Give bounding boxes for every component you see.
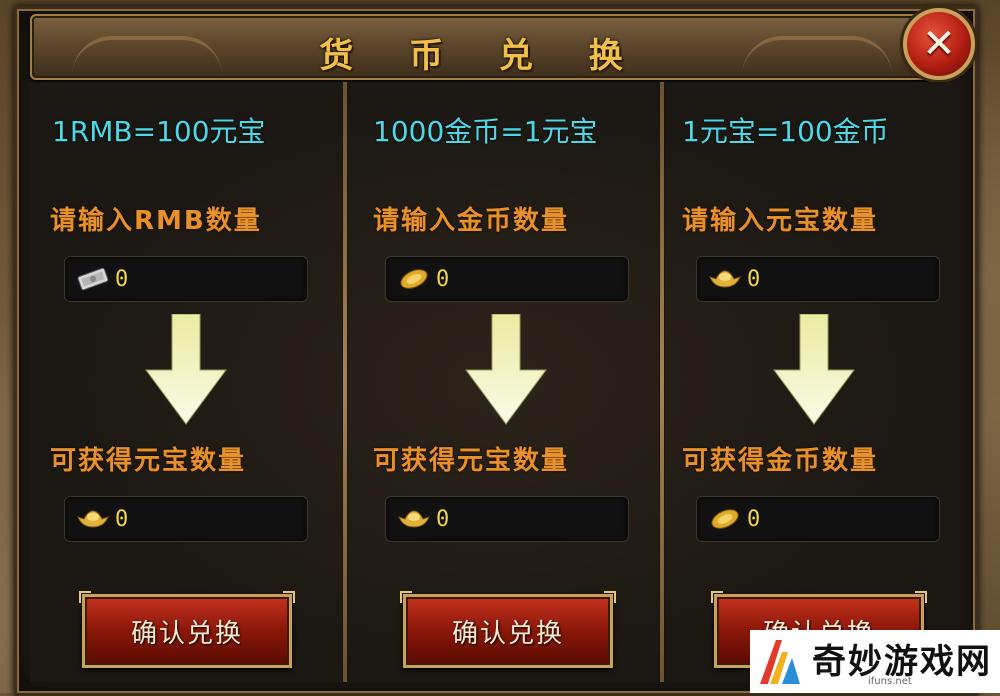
input-label: 请输入元宝数量 <box>682 206 879 236</box>
exchange-rate: 1000金币=1元宝 <box>373 115 598 148</box>
exchange-rate: 1RMB=100元宝 <box>52 115 266 148</box>
input-label: 请输入RMB数量 <box>50 206 262 236</box>
output-value: 0 <box>436 506 450 532</box>
output-label: 可获得元宝数量 <box>50 446 247 476</box>
input-value: 0 <box>747 266 761 292</box>
input-field[interactable]: 0 <box>385 256 629 302</box>
input-value: 0 <box>115 266 129 292</box>
banknote-icon <box>73 264 113 294</box>
gold-coin-icon <box>705 504 745 534</box>
down-arrow-icon <box>773 314 855 425</box>
button-label: 确认兑换 <box>451 618 564 649</box>
input-field[interactable]: 0 <box>64 256 308 302</box>
down-arrow-icon <box>465 314 547 425</box>
site-logo-icon <box>760 640 800 684</box>
gold-coin-icon <box>394 264 434 294</box>
gold-ingot-icon <box>73 504 113 534</box>
exchange-column-gold-coin: 1000金币=1元宝 请输入金币数量 0 可获得元宝数量 0 确认兑换 <box>347 82 660 682</box>
output-field: 0 <box>696 496 940 542</box>
gold-ingot-icon <box>705 264 745 294</box>
confirm-exchange-button[interactable]: 确认兑换 <box>79 591 295 668</box>
input-field[interactable]: 0 <box>696 256 940 302</box>
output-field: 0 <box>385 496 629 542</box>
dialog-title-bar: 货 币 兑 换 <box>30 14 934 80</box>
button-label: 确认兑换 <box>130 618 243 649</box>
input-label: 请输入金币数量 <box>373 206 570 236</box>
site-watermark: 奇妙游戏网 ifuns.net <box>750 630 1000 693</box>
gold-ingot-icon <box>394 504 434 534</box>
input-value: 0 <box>436 266 450 292</box>
exchange-column-rmb: 1RMB=100元宝 请输入RMB数量 0 可获得元宝数量 0 确认兑换 <box>30 82 343 682</box>
site-url: ifuns.net <box>868 676 912 687</box>
output-label: 可获得元宝数量 <box>373 446 570 476</box>
confirm-exchange-button[interactable]: 确认兑换 <box>400 591 616 668</box>
close-icon: ✕ <box>922 21 956 67</box>
down-arrow-icon <box>145 314 227 425</box>
exchange-rate: 1元宝=100金币 <box>682 115 889 148</box>
output-value: 0 <box>747 506 761 532</box>
output-value: 0 <box>115 506 129 532</box>
output-field: 0 <box>64 496 308 542</box>
exchange-column-ingot: 1元宝=100金币 请输入元宝数量 0 可获得金币数量 0 确认兑换 <box>664 82 958 682</box>
close-button[interactable]: ✕ <box>903 8 975 80</box>
output-label: 可获得金币数量 <box>682 446 879 476</box>
dialog-title: 货 币 兑 换 <box>319 36 645 76</box>
